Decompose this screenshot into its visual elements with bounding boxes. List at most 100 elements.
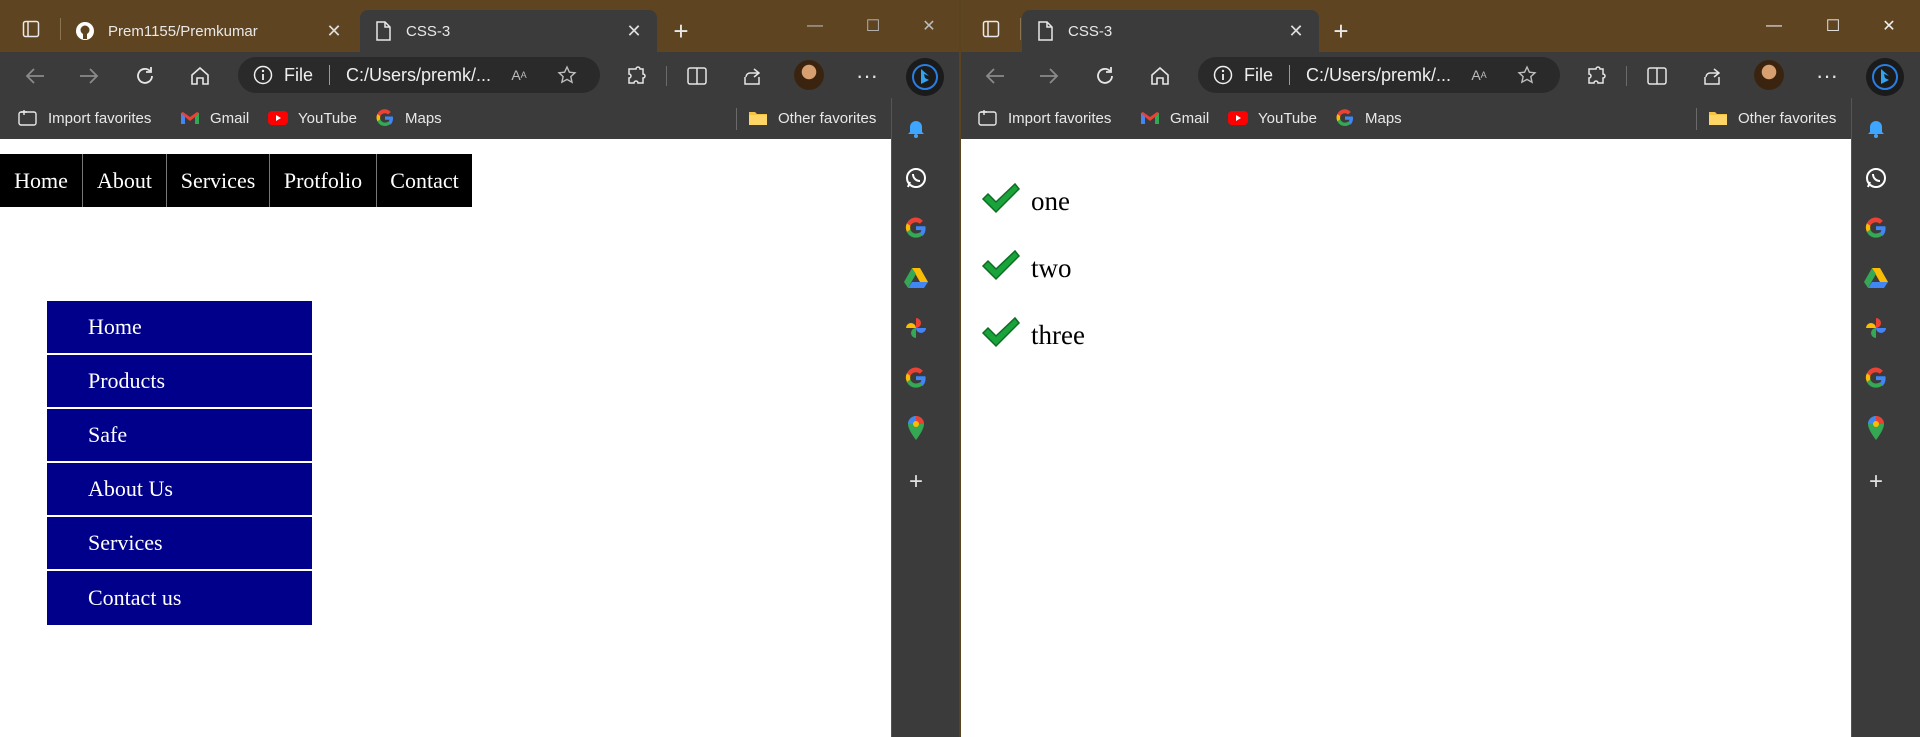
maximize-icon[interactable]: ☐ xyxy=(1810,10,1856,42)
browser-window-right: CSS-3 ✕ + — ☐ ✕ File C:/Users/premk/... … xyxy=(961,0,1920,737)
google-drive-icon[interactable] xyxy=(902,264,930,292)
tab-css3[interactable]: CSS-3 ✕ xyxy=(360,10,657,52)
edge-sidebar: + xyxy=(891,98,940,737)
side-menu-safe[interactable]: Safe xyxy=(47,409,312,463)
fav-other[interactable]: Other favorites xyxy=(1708,106,1836,130)
side-menu-about-us[interactable]: About Us xyxy=(47,463,312,517)
share-icon[interactable] xyxy=(1695,60,1729,92)
google-photos-icon[interactable] xyxy=(902,314,930,342)
google-icon[interactable] xyxy=(902,214,930,242)
fav-import[interactable]: Import favorites xyxy=(18,106,151,130)
title-bar: CSS-3 ✕ + — ☐ ✕ xyxy=(961,0,1920,52)
side-menu-products[interactable]: Products xyxy=(47,355,312,409)
read-aloud-icon[interactable]: AA xyxy=(508,64,530,86)
google-icon[interactable] xyxy=(1862,364,1890,392)
check-list: one two three xyxy=(981,164,1085,365)
google-photos-icon[interactable] xyxy=(1862,314,1890,342)
address-scheme: File xyxy=(1244,64,1274,85)
info-icon[interactable] xyxy=(1212,64,1234,86)
fav-youtube[interactable]: YouTube xyxy=(1228,106,1317,130)
bing-icon[interactable] xyxy=(1866,58,1904,96)
tab-actions-icon[interactable] xyxy=(974,12,1008,46)
whatsapp-icon[interactable] xyxy=(902,164,930,192)
add-icon[interactable]: + xyxy=(1862,468,1890,496)
address-scheme: File xyxy=(284,64,314,85)
close-window-icon[interactable]: ✕ xyxy=(906,10,952,42)
youtube-icon xyxy=(1228,108,1248,128)
address-url[interactable]: C:/Users/premk/... xyxy=(1306,65,1451,86)
extensions-icon[interactable] xyxy=(619,60,653,92)
add-icon[interactable]: + xyxy=(902,468,930,496)
side-menu-services[interactable]: Services xyxy=(47,517,312,571)
bing-icon[interactable] xyxy=(906,58,944,96)
more-options-icon[interactable]: ··· xyxy=(1810,60,1844,92)
fav-maps[interactable]: Maps xyxy=(375,106,442,130)
maximize-icon[interactable]: ☐ xyxy=(850,10,896,42)
list-item-label: one xyxy=(1031,186,1070,216)
fav-gmail[interactable]: Gmail xyxy=(1140,106,1209,130)
fav-label: Gmail xyxy=(1170,109,1210,127)
fav-maps[interactable]: Maps xyxy=(1335,106,1402,130)
favorite-star-icon[interactable] xyxy=(556,64,578,86)
info-icon[interactable] xyxy=(252,64,274,86)
new-tab-button[interactable]: + xyxy=(1324,14,1358,48)
google-icon[interactable] xyxy=(1862,214,1890,242)
bell-icon[interactable] xyxy=(1862,114,1890,142)
back-icon[interactable] xyxy=(978,60,1012,92)
side-menu-contact-us[interactable]: Contact us xyxy=(47,571,312,625)
bell-icon[interactable] xyxy=(902,114,930,142)
nav-link-portfolio[interactable]: Protfolio xyxy=(270,154,377,207)
fav-label: Other favorites xyxy=(778,109,877,127)
google-maps-icon[interactable] xyxy=(1862,414,1890,442)
fav-other[interactable]: Other favorites xyxy=(748,106,876,130)
close-tab-icon[interactable]: ✕ xyxy=(1285,20,1307,42)
refresh-icon[interactable] xyxy=(1088,60,1122,92)
favorite-star-icon[interactable] xyxy=(1516,64,1538,86)
minimize-icon[interactable]: — xyxy=(1751,10,1797,42)
checkmark-icon xyxy=(981,245,1023,285)
close-window-icon[interactable]: ✕ xyxy=(1866,10,1912,42)
share-icon[interactable] xyxy=(735,60,769,92)
read-aloud-icon[interactable]: AA xyxy=(1468,64,1490,86)
close-tab-icon[interactable]: ✕ xyxy=(623,20,645,42)
page-icon xyxy=(372,20,394,42)
split-screen-icon[interactable] xyxy=(680,60,714,92)
refresh-icon[interactable] xyxy=(128,60,162,92)
forward-icon[interactable] xyxy=(1032,60,1066,92)
avatar[interactable] xyxy=(1754,60,1784,90)
forward-icon[interactable] xyxy=(72,60,106,92)
extensions-icon[interactable] xyxy=(1579,60,1613,92)
youtube-icon xyxy=(268,108,288,128)
address-url[interactable]: C:/Users/premk/... xyxy=(346,65,491,86)
nav-link-about[interactable]: About xyxy=(83,154,167,207)
nav-link-services[interactable]: Services xyxy=(167,154,270,207)
more-options-icon[interactable]: ··· xyxy=(850,60,884,92)
tab-actions-icon[interactable] xyxy=(14,12,48,46)
home-icon[interactable] xyxy=(1143,60,1177,92)
whatsapp-icon[interactable] xyxy=(1862,164,1890,192)
address-bar[interactable]: File C:/Users/premk/... AA xyxy=(238,57,600,93)
address-bar[interactable]: File C:/Users/premk/... AA xyxy=(1198,57,1560,93)
fav-youtube[interactable]: YouTube xyxy=(268,106,357,130)
close-tab-icon[interactable]: ✕ xyxy=(323,20,345,42)
fav-divider xyxy=(736,108,737,130)
avatar[interactable] xyxy=(794,60,824,90)
nav-link-contact[interactable]: Contact xyxy=(377,154,472,207)
google-maps-icon[interactable] xyxy=(902,414,930,442)
tab-label: Prem1155/Premkumar xyxy=(108,22,258,40)
google-drive-icon[interactable] xyxy=(1862,264,1890,292)
nav-link-home[interactable]: Home xyxy=(0,154,83,207)
tab-css3[interactable]: CSS-3 ✕ xyxy=(1022,10,1319,52)
fav-gmail[interactable]: Gmail xyxy=(180,106,249,130)
side-menu-home[interactable]: Home xyxy=(47,301,312,355)
split-screen-icon[interactable] xyxy=(1640,60,1674,92)
fav-import[interactable]: Import favorites xyxy=(978,106,1111,130)
home-icon[interactable] xyxy=(183,60,217,92)
google-icon[interactable] xyxy=(902,364,930,392)
new-tab-button[interactable]: + xyxy=(664,14,698,48)
back-icon[interactable] xyxy=(18,60,52,92)
fav-label: Other favorites xyxy=(1738,109,1837,127)
tab-github[interactable]: Prem1155/Premkumar ✕ xyxy=(62,10,357,52)
page-icon xyxy=(1034,20,1056,42)
minimize-icon[interactable]: — xyxy=(792,10,838,42)
